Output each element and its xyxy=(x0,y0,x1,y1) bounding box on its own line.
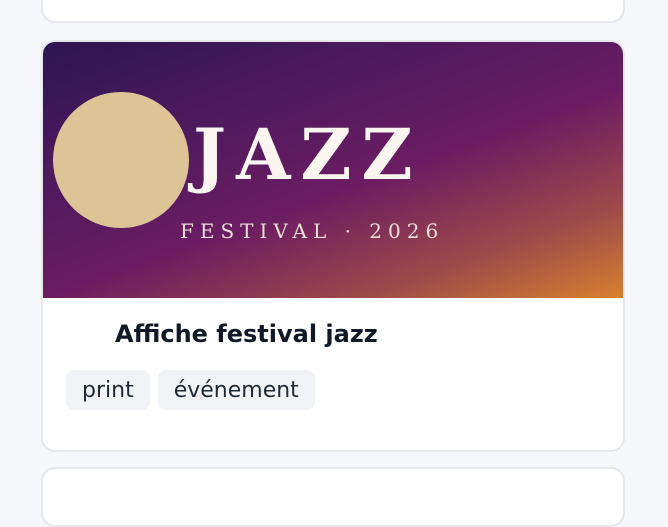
next-card[interactable] xyxy=(41,467,625,527)
tag-print[interactable]: print xyxy=(66,370,150,410)
card-title: Affiche festival jazz xyxy=(115,320,378,348)
cover-subtitle: FESTIVAL · 2026 xyxy=(180,219,445,243)
tag-list: print événement xyxy=(66,370,315,410)
moon-circle xyxy=(53,92,189,228)
design-card[interactable]: JAZZ FESTIVAL · 2026 Affiche festival ja… xyxy=(41,40,625,452)
cover-image: JAZZ FESTIVAL · 2026 xyxy=(43,42,623,298)
cover-title: JAZZ xyxy=(193,113,423,196)
tag-evenement[interactable]: événement xyxy=(157,370,315,410)
previous-card[interactable] xyxy=(41,0,625,23)
